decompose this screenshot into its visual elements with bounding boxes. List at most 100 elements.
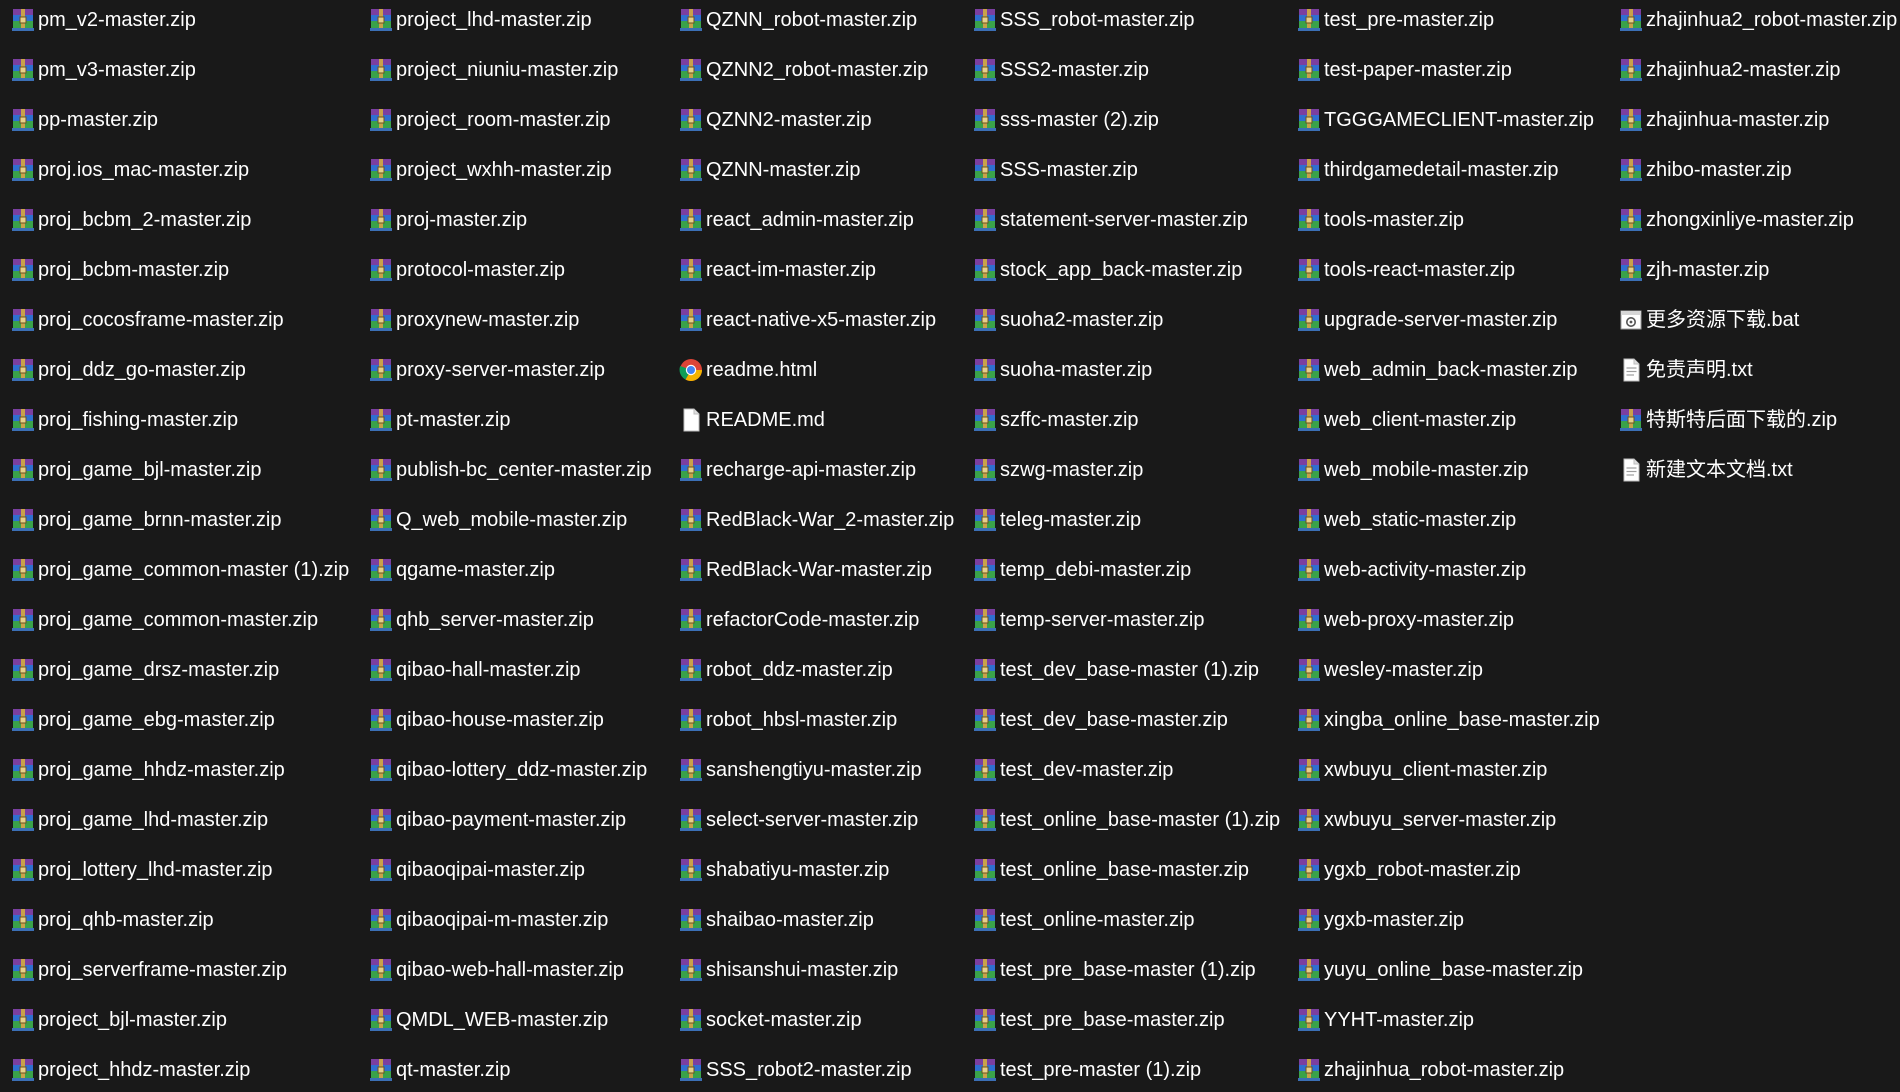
file-item[interactable]: proj_bcbm_2-master.zip: [10, 200, 251, 240]
file-item[interactable]: qibao-house-master.zip: [368, 700, 604, 740]
file-item[interactable]: zhibo-master.zip: [1618, 150, 1792, 190]
file-item[interactable]: Q_web_mobile-master.zip: [368, 500, 627, 540]
file-item[interactable]: project_hhdz-master.zip: [10, 1050, 250, 1090]
file-item[interactable]: sss-master (2).zip: [972, 100, 1159, 140]
file-item[interactable]: web-activity-master.zip: [1296, 550, 1526, 590]
file-item[interactable]: tools-react-master.zip: [1296, 250, 1515, 290]
file-item[interactable]: thirdgamedetail-master.zip: [1296, 150, 1559, 190]
file-item[interactable]: qgame-master.zip: [368, 550, 555, 590]
file-item[interactable]: ygxb-master.zip: [1296, 900, 1464, 940]
file-item[interactable]: temp_debi-master.zip: [972, 550, 1191, 590]
file-item[interactable]: robot_hbsl-master.zip: [678, 700, 897, 740]
file-item[interactable]: zhajinhua_robot-master.zip: [1296, 1050, 1564, 1090]
file-item[interactable]: szffc-master.zip: [972, 400, 1139, 440]
file-item[interactable]: proj-master.zip: [368, 200, 527, 240]
file-item[interactable]: proj_game_hhdz-master.zip: [10, 750, 285, 790]
file-item[interactable]: proj_game_common-master.zip: [10, 600, 318, 640]
file-item[interactable]: test_pre_base-master.zip: [972, 1000, 1225, 1040]
file-item[interactable]: README.md: [678, 400, 825, 440]
file-item[interactable]: SSS_robot2-master.zip: [678, 1050, 912, 1090]
file-item[interactable]: proj_bcbm-master.zip: [10, 250, 229, 290]
file-item[interactable]: qibao-hall-master.zip: [368, 650, 581, 690]
file-item[interactable]: qhb_server-master.zip: [368, 600, 594, 640]
file-item[interactable]: pt-master.zip: [368, 400, 510, 440]
file-item[interactable]: shaibao-master.zip: [678, 900, 874, 940]
file-item[interactable]: test_pre-master (1).zip: [972, 1050, 1201, 1090]
file-item[interactable]: test_dev_base-master (1).zip: [972, 650, 1259, 690]
file-item[interactable]: QZNN2-master.zip: [678, 100, 872, 140]
file-item[interactable]: test_pre-master.zip: [1296, 0, 1494, 40]
file-item[interactable]: shabatiyu-master.zip: [678, 850, 889, 890]
file-item[interactable]: YYHT-master.zip: [1296, 1000, 1474, 1040]
file-item[interactable]: socket-master.zip: [678, 1000, 862, 1040]
file-item[interactable]: RedBlack-War_2-master.zip: [678, 500, 954, 540]
file-item[interactable]: qibaoqipai-master.zip: [368, 850, 585, 890]
file-item[interactable]: QZNN2_robot-master.zip: [678, 50, 928, 90]
file-item[interactable]: project_bjl-master.zip: [10, 1000, 227, 1040]
file-item[interactable]: zhajinhua2_robot-master.zip: [1618, 0, 1897, 40]
file-item[interactable]: proj_game_common-master (1).zip: [10, 550, 349, 590]
file-item[interactable]: proj_serverframe-master.zip: [10, 950, 287, 990]
file-item[interactable]: qt-master.zip: [368, 1050, 510, 1090]
file-item[interactable]: qibao-web-hall-master.zip: [368, 950, 624, 990]
file-item[interactable]: SSS2-master.zip: [972, 50, 1149, 90]
file-item[interactable]: web_mobile-master.zip: [1296, 450, 1529, 490]
file-item[interactable]: zjh-master.zip: [1618, 250, 1769, 290]
file-item[interactable]: TGGGAMECLIENT-master.zip: [1296, 100, 1594, 140]
file-item[interactable]: web_static-master.zip: [1296, 500, 1516, 540]
file-item[interactable]: proj.ios_mac-master.zip: [10, 150, 249, 190]
file-item[interactable]: tools-master.zip: [1296, 200, 1464, 240]
file-item[interactable]: 免责声明.txt: [1618, 350, 1753, 390]
file-item[interactable]: proj_game_drsz-master.zip: [10, 650, 279, 690]
file-item[interactable]: proj_qhb-master.zip: [10, 900, 214, 940]
file-item[interactable]: test_pre_base-master (1).zip: [972, 950, 1256, 990]
file-item[interactable]: 新建文本文档.txt: [1618, 450, 1793, 490]
file-item[interactable]: qibao-lottery_ddz-master.zip: [368, 750, 647, 790]
file-item[interactable]: test_dev_base-master.zip: [972, 700, 1228, 740]
file-item[interactable]: stock_app_back-master.zip: [972, 250, 1242, 290]
file-item[interactable]: readme.html: [678, 350, 817, 390]
file-item[interactable]: proxy-server-master.zip: [368, 350, 605, 390]
file-item[interactable]: suoha-master.zip: [972, 350, 1152, 390]
file-item[interactable]: project_wxhh-master.zip: [368, 150, 612, 190]
file-item[interactable]: statement-server-master.zip: [972, 200, 1248, 240]
file-item[interactable]: react_admin-master.zip: [678, 200, 914, 240]
file-item[interactable]: proj_game_ebg-master.zip: [10, 700, 275, 740]
file-item[interactable]: RedBlack-War-master.zip: [678, 550, 932, 590]
file-item[interactable]: recharge-api-master.zip: [678, 450, 916, 490]
file-item[interactable]: web_client-master.zip: [1296, 400, 1516, 440]
file-item[interactable]: xwbuyu_server-master.zip: [1296, 800, 1556, 840]
file-item[interactable]: temp-server-master.zip: [972, 600, 1205, 640]
file-item[interactable]: proxynew-master.zip: [368, 300, 579, 340]
file-item[interactable]: proj_fishing-master.zip: [10, 400, 238, 440]
file-item[interactable]: wesley-master.zip: [1296, 650, 1483, 690]
file-item[interactable]: teleg-master.zip: [972, 500, 1141, 540]
file-item[interactable]: web_admin_back-master.zip: [1296, 350, 1577, 390]
file-item[interactable]: react-native-x5-master.zip: [678, 300, 936, 340]
file-item[interactable]: xwbuyu_client-master.zip: [1296, 750, 1547, 790]
file-item[interactable]: project_room-master.zip: [368, 100, 611, 140]
file-item[interactable]: web-proxy-master.zip: [1296, 600, 1514, 640]
file-item[interactable]: proj_game_bjl-master.zip: [10, 450, 261, 490]
file-item[interactable]: project_niuniu-master.zip: [368, 50, 618, 90]
file-item[interactable]: proj_game_lhd-master.zip: [10, 800, 268, 840]
file-item[interactable]: 更多资源下载.bat: [1618, 300, 1799, 340]
file-item[interactable]: pm_v2-master.zip: [10, 0, 196, 40]
file-item[interactable]: SSS-master.zip: [972, 150, 1138, 190]
file-item[interactable]: suoha2-master.zip: [972, 300, 1163, 340]
file-item[interactable]: zhajinhua2-master.zip: [1618, 50, 1841, 90]
file-item[interactable]: pp-master.zip: [10, 100, 158, 140]
file-item[interactable]: QZNN-master.zip: [678, 150, 860, 190]
file-item[interactable]: proj_ddz_go-master.zip: [10, 350, 246, 390]
file-item[interactable]: proj_lottery_lhd-master.zip: [10, 850, 273, 890]
file-item[interactable]: szwg-master.zip: [972, 450, 1143, 490]
file-item[interactable]: sanshengtiyu-master.zip: [678, 750, 922, 790]
file-item[interactable]: refactorCode-master.zip: [678, 600, 919, 640]
file-item[interactable]: test_dev-master.zip: [972, 750, 1173, 790]
file-item[interactable]: proj_game_brnn-master.zip: [10, 500, 281, 540]
file-item[interactable]: zhajinhua-master.zip: [1618, 100, 1829, 140]
file-item[interactable]: SSS_robot-master.zip: [972, 0, 1195, 40]
file-item[interactable]: pm_v3-master.zip: [10, 50, 196, 90]
file-item[interactable]: QZNN_robot-master.zip: [678, 0, 917, 40]
file-item[interactable]: test_online_base-master.zip: [972, 850, 1249, 890]
